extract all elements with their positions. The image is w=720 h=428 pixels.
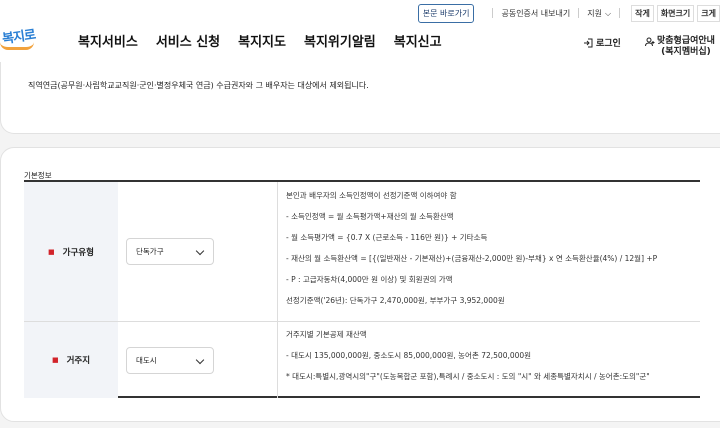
required-dot-icon: ■ — [51, 356, 59, 364]
nav-welfare-service[interactable]: 복지서비스 — [78, 31, 138, 50]
household-type-select[interactable]: 단독가구 — [126, 238, 214, 265]
exclusion-notice: 직역연금(공무원·사립학교교직원·군인·별정우체국 연금) 수급권자와 그 배우… — [28, 81, 369, 90]
support-label: 지원 — [587, 8, 602, 18]
divider — [578, 8, 580, 18]
table-row-household: ■ 가구유형 단독가구 본인과 배우자의 소득인정액이 선정기준액 이하여야 함… — [24, 182, 700, 322]
household-description: 본인과 배우자의 소득인정액이 선정기준액 이하여야 함 - 소득인정액 = 월… — [286, 182, 700, 321]
desc-line: - 월 소득평가액 = {0.7 X (근로소득 - 116만 원)} + 기타… — [286, 233, 488, 242]
select-cell: 대도시 — [118, 322, 278, 398]
residence-value: 대도시 — [136, 356, 157, 365]
desc-line: - 재산의 월 소득환산액 = [{(일반재산 - 기본재산)+(금융재산-2,… — [286, 254, 658, 263]
user-icon — [645, 37, 655, 47]
login-label: 로그인 — [596, 39, 621, 49]
membership-button[interactable]: 맞춤형급여안내 (복지멤버십) — [645, 36, 715, 58]
logo-swoosh-icon — [0, 42, 34, 50]
row-header: ■ 거주지 — [24, 322, 118, 398]
membership-line1: 맞춤형급여안내 — [657, 36, 715, 46]
household-type-value: 단독가구 — [136, 247, 164, 256]
nav-welfare-report[interactable]: 복지신고 — [394, 31, 442, 50]
desc-line: 거주지별 기본공제 재산액 — [286, 330, 367, 339]
support-menu[interactable]: 지원 ⌵ — [587, 8, 611, 19]
divider — [619, 8, 621, 18]
desc-line: 선정기준액('26년): 단독가구 2,470,000원, 부부가구 3,952… — [286, 296, 505, 305]
divider — [492, 8, 494, 18]
cert-export-link[interactable]: 공동인증서 내보내기 — [501, 8, 570, 19]
household-type-label: 가구유형 — [62, 247, 94, 258]
desc-line: * 대도시:특별시,광역시의"구"(도농복합군 포함),특례시 / 중소도시 :… — [286, 372, 650, 381]
basic-info-table: ■ 가구유형 단독가구 본인과 배우자의 소득인정액이 선정기준액 이하여야 함… — [24, 180, 700, 398]
chevron-down-icon — [195, 246, 205, 256]
login-button[interactable]: 로그인 — [583, 36, 621, 49]
nav-service-apply[interactable]: 서비스 신청 — [156, 31, 220, 50]
chevron-down-icon: ⌵ — [605, 8, 612, 18]
select-cell: 단독가구 — [118, 182, 278, 321]
residence-select[interactable]: 대도시 — [126, 347, 214, 374]
nav-crisis-alert[interactable]: 복지위기알림 — [304, 31, 376, 50]
desc-line: - P : 고급자동차(4,000만 원 이상) 및 회원권의 가액 — [286, 275, 453, 284]
zoom-out-button[interactable]: 작게 — [631, 4, 654, 22]
row-header: ■ 가구유형 — [24, 182, 118, 321]
chevron-down-icon — [195, 355, 205, 365]
desc-line: - 소득인정액 = 월 소득평가액+재산의 월 소득환산액 — [286, 212, 454, 221]
table-row-residence: ■ 거주지 대도시 거주지별 기본공제 재산액 - 대도시 135,000,00… — [24, 322, 700, 398]
notice-card — [0, 62, 720, 134]
utility-bar: 본문 바로가기 공동인증서 내보내기 지원 ⌵ 작게 화면크기 크게 — [417, 2, 720, 24]
required-dot-icon: ■ — [48, 247, 55, 256]
membership-line2: (복지멤버십) — [661, 47, 711, 57]
membership-label: 맞춤형급여안내 (복지멤버십) — [657, 36, 715, 58]
logo[interactable]: 복지로 — [0, 22, 36, 52]
main-nav: 복지서비스 서비스 신청 복지지도 복지위기알림 복지신고 — [78, 31, 460, 50]
nav-welfare-map[interactable]: 복지지도 — [238, 31, 286, 50]
zoom-in-button[interactable]: 크게 — [697, 4, 720, 22]
zoom-label: 화면크기 — [656, 4, 695, 22]
residence-label: 거주지 — [66, 356, 91, 366]
desc-line: 본인과 배우자의 소득인정액이 선정기준액 이하여야 함 — [286, 191, 457, 200]
desc-line: - 대도시 135,000,000원, 중소도시 85,000,000원, 농어… — [286, 351, 532, 360]
residence-description: 거주지별 기본공제 재산액 - 대도시 135,000,000원, 중소도시 8… — [286, 322, 700, 398]
login-icon — [584, 38, 593, 47]
skip-to-content-link[interactable]: 본문 바로가기 — [417, 3, 475, 23]
